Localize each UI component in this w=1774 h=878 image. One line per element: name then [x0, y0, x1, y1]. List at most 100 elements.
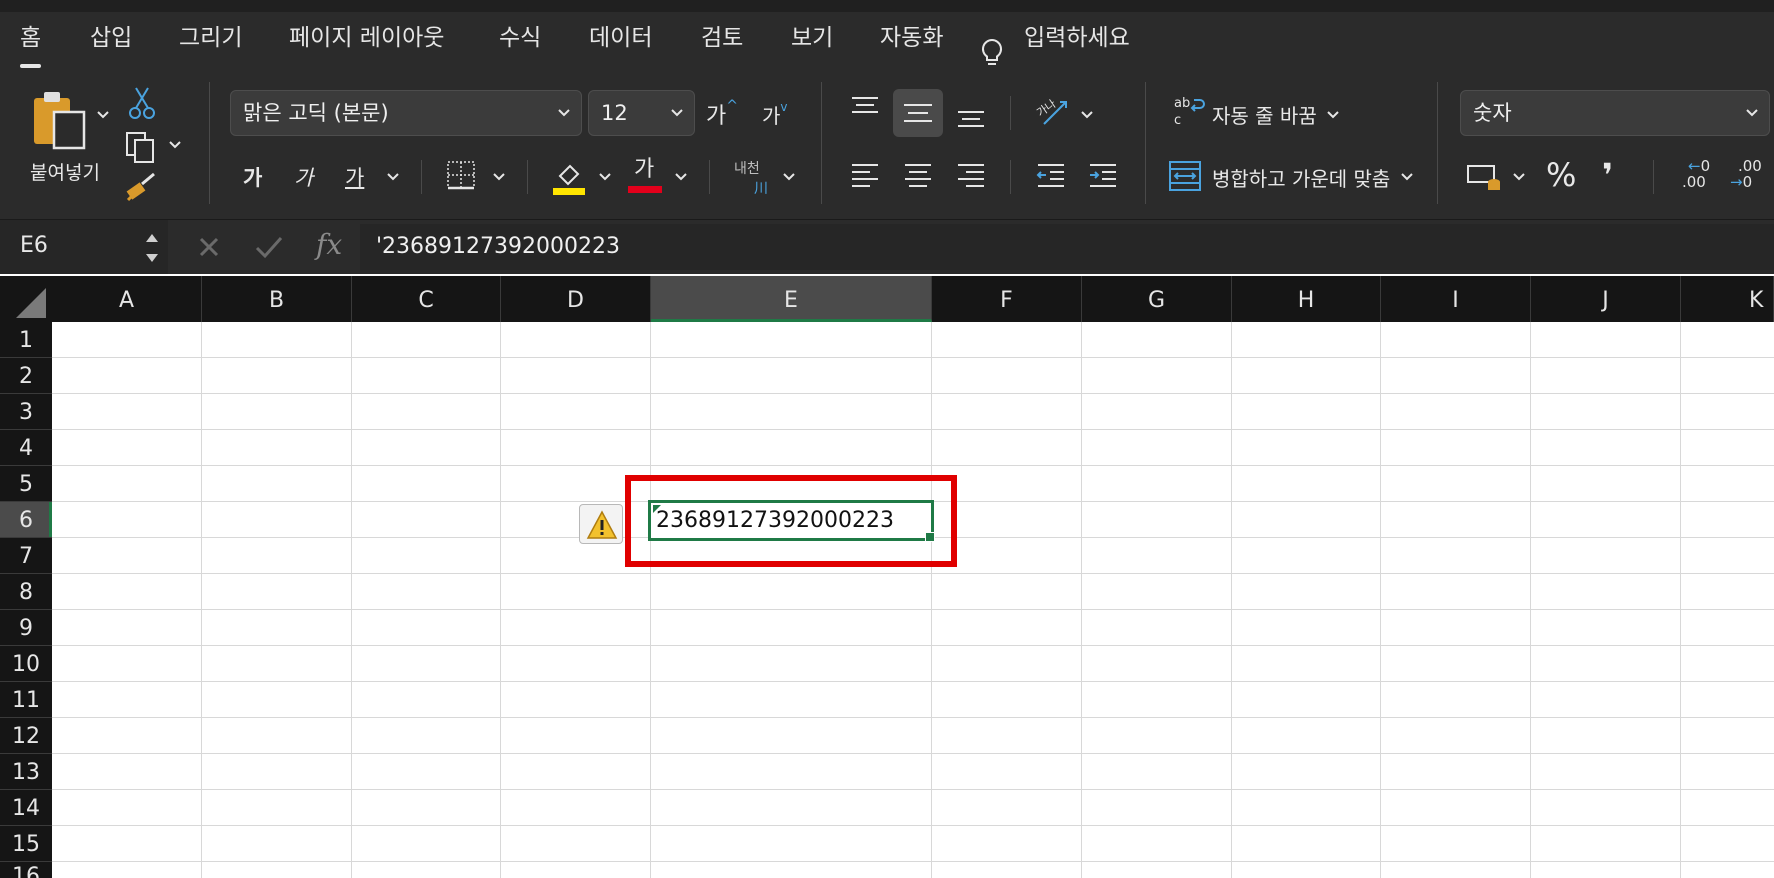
row-header-4[interactable]: 4: [0, 430, 52, 466]
column-header-d[interactable]: D: [501, 276, 651, 322]
formula-input[interactable]: '23689127392000223: [360, 224, 1774, 270]
row-header-10[interactable]: 10: [0, 646, 52, 682]
paste-dropdown-chevron-icon[interactable]: [96, 110, 110, 120]
select-all-corner[interactable]: [0, 276, 52, 322]
align-bottom-icon[interactable]: [956, 106, 986, 130]
column-header-j[interactable]: J: [1531, 276, 1681, 322]
merge-center-label[interactable]: 병합하고 가운데 맞춤: [1212, 163, 1390, 192]
tab-home[interactable]: 홈: [20, 22, 42, 68]
row-header-7[interactable]: 7: [0, 538, 52, 574]
column-header-c[interactable]: C: [352, 276, 501, 322]
number-format-combo[interactable]: 숫자: [1460, 90, 1770, 136]
tab-automate[interactable]: 자동화: [880, 22, 943, 54]
row-header-5[interactable]: 5: [0, 466, 52, 502]
row-header-13[interactable]: 13: [0, 754, 52, 790]
decrease-decimal-button[interactable]: .00 →0: [1730, 158, 1762, 190]
column-header-a[interactable]: A: [52, 276, 202, 322]
row-header-16[interactable]: 16: [0, 862, 52, 878]
row-header-9[interactable]: 9: [0, 610, 52, 646]
copy-icon[interactable]: [124, 130, 158, 164]
merge-center-dropdown-chevron-icon[interactable]: [1400, 172, 1414, 182]
column-header-e[interactable]: E: [651, 276, 932, 322]
row-header-8[interactable]: 8: [0, 574, 52, 610]
align-left-icon[interactable]: [850, 162, 880, 190]
column-header-g[interactable]: G: [1082, 276, 1232, 322]
tab-view[interactable]: 보기: [791, 22, 833, 54]
paste-icon[interactable]: [30, 88, 90, 152]
column-header-h[interactable]: H: [1232, 276, 1381, 322]
align-right-icon[interactable]: [956, 162, 986, 190]
underline-button[interactable]: 가: [345, 162, 364, 192]
increase-font-button[interactable]: 가^: [706, 98, 738, 130]
comma-style-button[interactable]: ❜: [1602, 156, 1613, 194]
font-name-combo[interactable]: 맑은 고딕 (본문): [230, 90, 582, 136]
merge-center-icon[interactable]: [1168, 160, 1202, 192]
column-header-b[interactable]: B: [202, 276, 352, 322]
gridline: [52, 465, 1774, 466]
enter-check-icon[interactable]: [254, 234, 284, 260]
wrap-text-label[interactable]: 자동 줄 바꿈: [1212, 100, 1317, 129]
font-size-combo[interactable]: 12: [588, 90, 695, 136]
orientation-icon[interactable]: 가나: [1034, 94, 1070, 128]
font-color-dropdown-chevron-icon[interactable]: [674, 172, 688, 182]
fill-color-icon[interactable]: [552, 160, 586, 196]
bold-button[interactable]: 가: [243, 162, 262, 192]
svg-text:c: c: [1174, 113, 1181, 128]
decrease-font-button[interactable]: 가v: [762, 100, 788, 129]
fill-handle[interactable]: [925, 532, 935, 542]
row-header-2[interactable]: 2: [0, 358, 52, 394]
format-painter-icon[interactable]: [124, 172, 158, 204]
font-color-swatch: [628, 186, 662, 193]
wrap-text-dropdown-chevron-icon[interactable]: [1326, 110, 1340, 120]
row-header-14[interactable]: 14: [0, 790, 52, 826]
tab-formulas[interactable]: 수식: [499, 22, 541, 54]
percent-style-button[interactable]: %: [1546, 156, 1576, 194]
tab-data[interactable]: 데이터: [589, 22, 652, 54]
name-box-stepper-icon[interactable]: [142, 228, 162, 268]
separator: [1437, 82, 1438, 204]
column-header-i[interactable]: I: [1381, 276, 1531, 322]
row-header-12[interactable]: 12: [0, 718, 52, 754]
orientation-dropdown-chevron-icon[interactable]: [1080, 110, 1094, 120]
align-top-icon[interactable]: [850, 96, 880, 120]
cut-icon[interactable]: [128, 86, 156, 120]
accounting-dropdown-chevron-icon[interactable]: [1512, 172, 1526, 182]
insert-function-button[interactable]: fx: [316, 228, 342, 261]
increase-decimal-button[interactable]: ←0 .00: [1678, 158, 1710, 190]
cancel-icon[interactable]: [196, 234, 222, 260]
tab-page-layout[interactable]: 페이지 레이아웃: [289, 22, 444, 54]
phonetic-guide-button[interactable]: 내천 川: [734, 158, 768, 198]
row-header-15[interactable]: 15: [0, 826, 52, 862]
italic-button[interactable]: 가: [294, 162, 313, 192]
fill-color-dropdown-chevron-icon[interactable]: [598, 172, 612, 182]
chevron-down-icon: [1745, 91, 1759, 135]
phonetic-dropdown-chevron-icon[interactable]: [782, 172, 796, 182]
increase-indent-icon[interactable]: [1088, 162, 1118, 190]
tab-draw[interactable]: 그리기: [179, 22, 242, 54]
borders-dropdown-chevron-icon[interactable]: [492, 172, 506, 182]
cell-e6[interactable]: 23689127392000223: [648, 500, 934, 541]
align-middle-icon[interactable]: [893, 89, 943, 137]
separator: [1145, 82, 1146, 204]
column-header-k[interactable]: K: [1681, 276, 1774, 322]
font-color-icon[interactable]: 가: [628, 156, 662, 193]
underline-dropdown-chevron-icon[interactable]: [386, 172, 400, 182]
borders-icon[interactable]: [446, 160, 476, 190]
wrap-text-icon[interactable]: ab c: [1172, 94, 1206, 128]
align-center-icon[interactable]: [903, 162, 933, 190]
row-header-3[interactable]: 3: [0, 394, 52, 430]
decrease-indent-icon[interactable]: [1036, 162, 1066, 190]
row-header-11[interactable]: 11: [0, 682, 52, 718]
row-header-1[interactable]: 1: [0, 322, 52, 358]
paste-label[interactable]: 붙여넣기: [30, 158, 100, 185]
copy-dropdown-chevron-icon[interactable]: [168, 140, 182, 150]
tell-me-box[interactable]: 입력하세요: [1024, 22, 1130, 54]
column-header-f[interactable]: F: [932, 276, 1082, 322]
tab-review[interactable]: 검토: [701, 22, 743, 54]
error-check-button[interactable]: [579, 504, 623, 544]
gridline: [351, 322, 352, 878]
tab-insert[interactable]: 삽입: [90, 22, 132, 54]
accounting-format-icon[interactable]: [1466, 162, 1502, 192]
gridline: [52, 357, 1774, 358]
row-header-6[interactable]: 6: [0, 502, 52, 538]
